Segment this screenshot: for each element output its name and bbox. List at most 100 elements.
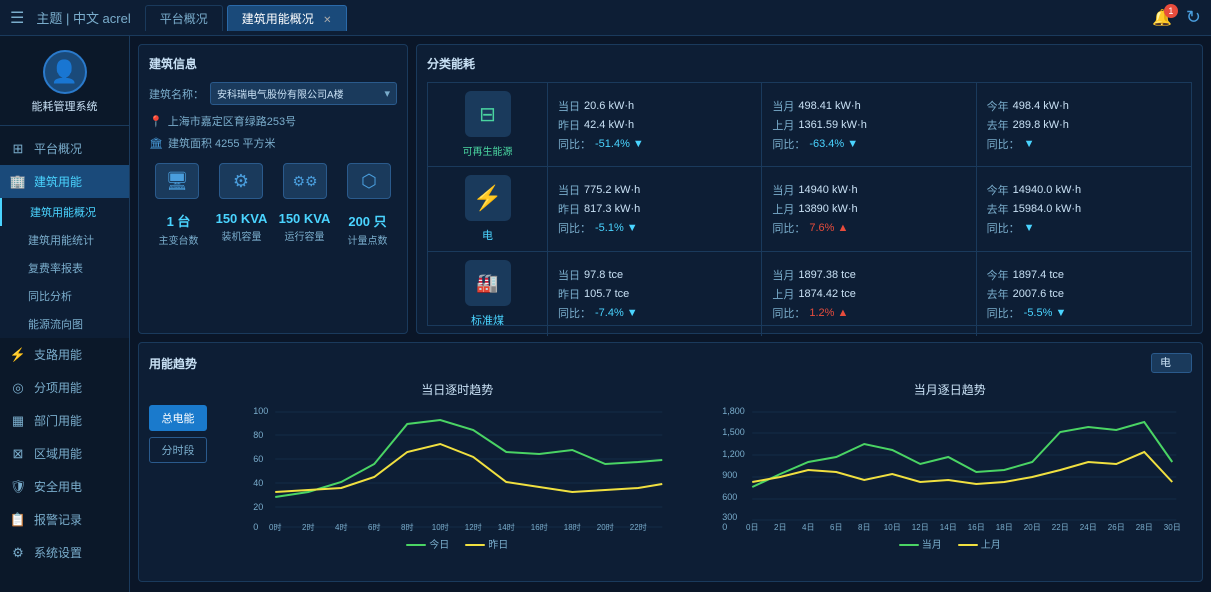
sidebar-user: 👤 能耗管理系统 <box>0 36 129 126</box>
cell-coal-day: 当日97.8 tce 昨日105.7 tce 同比：-7.4% ▼ <box>548 252 762 336</box>
device-label-1: 装机容量 <box>222 228 262 243</box>
building-name-row: 建筑名称： 安科瑞电气股份有限公司A楼 ▾ <box>149 82 397 105</box>
sub-nav-building: 建筑用能概况 建筑用能统计 复费率报表 同比分析 能源流向图 <box>0 198 129 338</box>
device-gear2: ⚙⚙ <box>277 163 333 199</box>
renewable-label: 可再生能源 <box>463 143 513 158</box>
svg-text:0日: 0日 <box>746 523 758 532</box>
btn-time-period[interactable]: 分时段 <box>149 437 207 463</box>
svg-text:600: 600 <box>722 492 737 502</box>
refresh-icon[interactable]: ↻ <box>1186 7 1201 28</box>
sub-nav-yoy[interactable]: 同比分析 <box>0 282 129 310</box>
device-value-0: 1 台 <box>167 211 191 230</box>
building-info-title: 建筑信息 <box>149 55 397 72</box>
device-value-1: 150 KVA <box>216 211 268 226</box>
sub-icon: ◎ <box>10 380 26 396</box>
report-icon: 📋 <box>10 512 26 528</box>
btn-total-energy[interactable]: 总电能 <box>149 405 207 431</box>
sub-nav-stats[interactable]: 建筑用能统计 <box>0 226 129 254</box>
chart-monthly-legend: 当月 上月 <box>708 536 1193 551</box>
close-tab-icon[interactable]: ✕ <box>323 15 331 26</box>
building-address: 📍 上海市嘉定区育绿路253号 <box>149 113 397 129</box>
svg-text:80: 80 <box>253 430 263 440</box>
area-building-icon: 🏛 <box>149 137 163 150</box>
chart-monthly-title: 当月逐日趋势 <box>708 381 1193 398</box>
cat-renewable: ⊟ 可再生能源 <box>428 83 548 167</box>
electricity-label: 电 <box>482 227 493 243</box>
svg-text:14时: 14时 <box>498 522 515 532</box>
classification-energy-panel: 分类能耗 ⊟ 可再生能源 当日20.6 kW·h 昨日42.4 kW·h 同比：… <box>416 44 1203 334</box>
building-icon: 🏢 <box>10 174 26 190</box>
notification-icon[interactable]: 🔔 1 <box>1152 8 1172 28</box>
svg-text:30日: 30日 <box>1163 523 1180 532</box>
building-info-panel: 建筑信息 建筑名称： 安科瑞电气股份有限公司A楼 ▾ 📍 上海市嘉定区育绿路25… <box>138 44 408 334</box>
topbar-tabs: 平台概况 建筑用能概况 ✕ <box>145 5 347 31</box>
building-area: 🏛 建筑面积 4255 平方米 <box>149 135 397 151</box>
cell-coal-month: 当月1897.38 tce 上月1874.42 tce 同比：1.2% ▲ <box>762 252 976 336</box>
cell-elec-month: 当月14940 kW·h 上月13890 kW·h 同比：7.6% ▲ <box>762 167 976 252</box>
safety-icon: 🛡 <box>10 479 26 495</box>
main-layout: 👤 能耗管理系统 ⊞ 平台概况 🏢 建筑用能 建筑用能概况 建筑用能统计 复费率… <box>0 36 1211 592</box>
sidebar-item-report[interactable]: 📋 报警记录 <box>0 503 129 536</box>
svg-text:900: 900 <box>722 470 737 480</box>
sidebar-item-safety[interactable]: 🛡 安全用电 <box>0 470 129 503</box>
sidebar-item-area[interactable]: ⊠ 区域用能 <box>0 437 129 470</box>
tab-building-energy[interactable]: 建筑用能概况 ✕ <box>227 5 347 31</box>
svg-text:40: 40 <box>253 478 263 488</box>
sub-label: 分项用能 <box>34 379 82 396</box>
content-area: 建筑信息 建筑名称： 安科瑞电气股份有限公司A楼 ▾ 📍 上海市嘉定区育绿路25… <box>130 36 1211 592</box>
chart-daily-title: 当日逐时趋势 <box>215 381 700 398</box>
svg-text:60: 60 <box>253 454 263 464</box>
topbar-title: 主题 | 中文 acrel <box>36 8 130 27</box>
area-icon: ⊠ <box>10 446 26 462</box>
sub-nav-tariff[interactable]: 复费率报表 <box>0 254 129 282</box>
topbar-right: 🔔 1 ↻ <box>1152 7 1201 28</box>
sub-nav-flow[interactable]: 能源流向图 <box>0 310 129 338</box>
chevron-down-icon: ▾ <box>384 87 390 100</box>
device-monitor: 🖥 <box>149 163 205 199</box>
settings-icon: ⚙ <box>10 545 26 561</box>
building-select[interactable]: 安科瑞电气股份有限公司A楼 ▾ <box>210 82 397 105</box>
sidebar-item-branch[interactable]: ⚡ 支路用能 <box>0 338 129 371</box>
device-hex: ⬡ <box>341 163 397 199</box>
device-stat-2: 150 KVA 运行容量 <box>275 211 334 247</box>
branch-icon: ⚡ <box>10 347 26 363</box>
renewable-icon: ⊟ <box>465 91 511 137</box>
device-label-3: 计量点数 <box>348 232 388 247</box>
branch-label: 支路用能 <box>34 346 82 363</box>
device-label-0: 主变台数 <box>159 232 199 247</box>
sidebar-item-settings[interactable]: ⚙ 系统设置 <box>0 536 129 569</box>
report-label: 报警记录 <box>34 511 82 528</box>
menu-icon[interactable]: ☰ <box>10 8 24 28</box>
chart-daily-svg: 100 80 60 40 20 0 <box>215 402 700 532</box>
classification-title: 分类能耗 <box>427 55 1192 72</box>
tab-platform[interactable]: 平台概况 <box>145 5 223 31</box>
area-label: 区域用能 <box>34 445 82 462</box>
energy-type-select[interactable]: 电 水 气 <box>1151 353 1192 373</box>
monitor-icon: 🖥 <box>155 163 199 199</box>
svg-text:20日: 20日 <box>1023 523 1040 532</box>
sidebar-item-dept[interactable]: ▦ 部门用能 <box>0 404 129 437</box>
svg-text:12日: 12日 <box>911 523 928 532</box>
platform-icon: ⊞ <box>10 141 26 157</box>
svg-text:22日: 22日 <box>1051 523 1068 532</box>
svg-text:18时: 18时 <box>564 522 581 532</box>
cell-renewable-day: 当日20.6 kW·h 昨日42.4 kW·h 同比：-51.4% ▼ <box>548 83 762 167</box>
safety-label: 安全用电 <box>34 478 82 495</box>
dept-label: 部门用能 <box>34 412 82 429</box>
sub-nav-overview[interactable]: 建筑用能概况 <box>0 198 129 226</box>
trend-body: 总电能 分时段 当日逐时趋势 100 80 60 40 20 0 <box>149 381 1192 571</box>
building-label: 建筑用能 <box>34 173 82 190</box>
svg-text:22时: 22时 <box>630 522 647 532</box>
svg-text:24日: 24日 <box>1079 523 1096 532</box>
cell-renewable-year: 今年498.4 kW·h 去年289.8 kW·h 同比：▼ <box>977 83 1191 167</box>
device-stats-grid: 1 台 主变台数 150 KVA 装机容量 150 KVA 运行容量 200 只… <box>149 211 397 247</box>
svg-text:4时: 4时 <box>335 522 347 532</box>
sidebar-item-building[interactable]: 🏢 建筑用能 <box>0 165 129 198</box>
location-icon: 📍 <box>149 115 163 128</box>
svg-text:100: 100 <box>253 406 268 416</box>
svg-text:2时: 2时 <box>302 522 314 532</box>
svg-text:20时: 20时 <box>597 522 614 532</box>
sidebar-item-platform[interactable]: ⊞ 平台概况 <box>0 132 129 165</box>
svg-text:1,500: 1,500 <box>722 427 745 437</box>
sidebar-item-sub[interactable]: ◎ 分项用能 <box>0 371 129 404</box>
